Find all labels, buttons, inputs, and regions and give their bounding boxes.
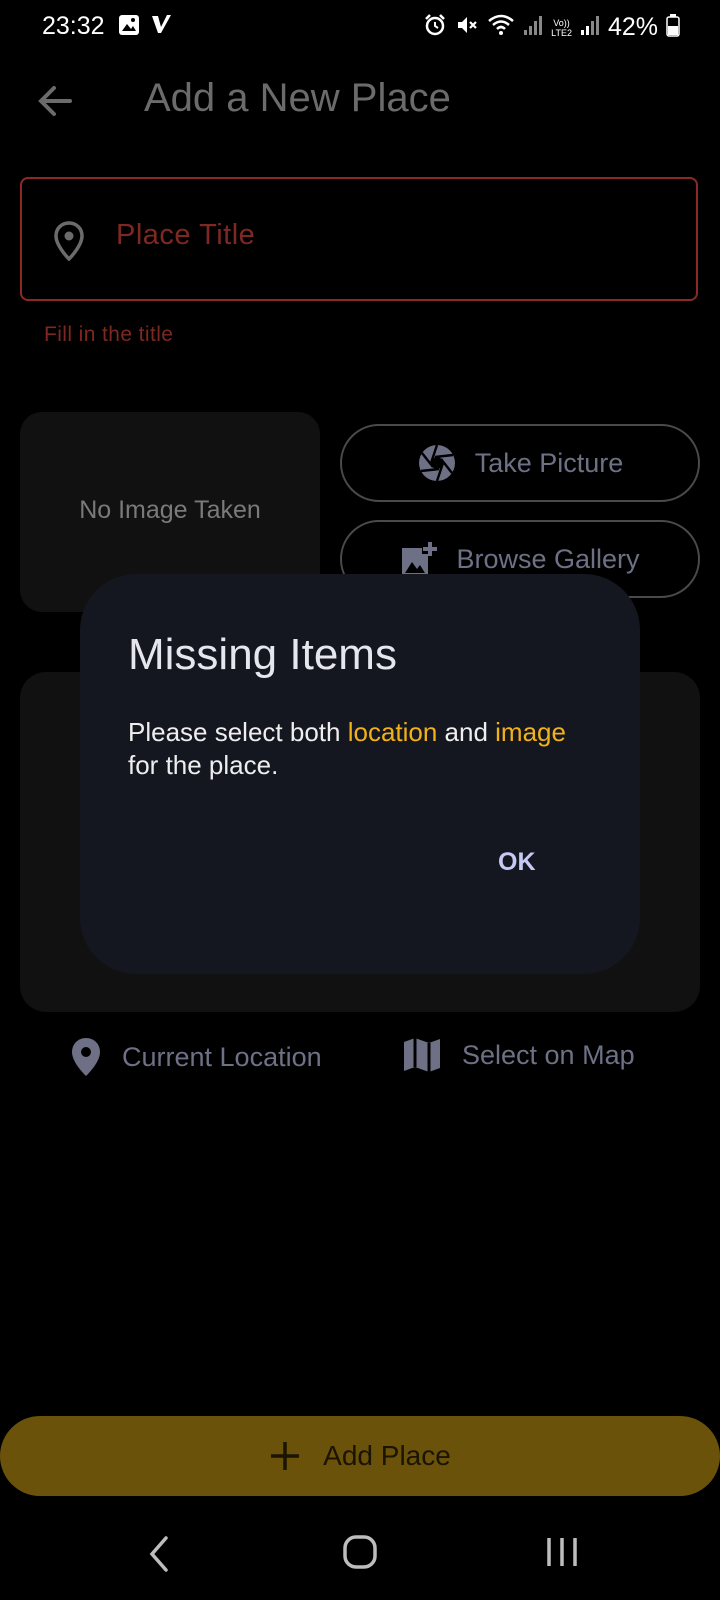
status-time: 23:32 <box>42 12 105 40</box>
title-error-text: Fill in the title <box>44 323 174 346</box>
lte-label: LTE2 <box>551 27 572 38</box>
status-icons: Vo)) LTE2 42% <box>423 13 680 42</box>
browse-gallery-label: Browse Gallery <box>456 543 640 574</box>
nav-back-icon[interactable] <box>146 1532 172 1581</box>
page-title: Add a New Place <box>144 76 451 120</box>
take-picture-button[interactable]: Take Picture <box>340 424 700 502</box>
place-title-field[interactable]: Place Title <box>20 177 698 301</box>
no-image-text: No Image Taken <box>79 496 261 524</box>
v-notification-icon <box>150 13 172 40</box>
location-pin-outline-icon <box>54 221 84 266</box>
gallery-notification-icon <box>118 14 140 41</box>
battery-icon <box>666 13 680 42</box>
plus-icon <box>271 1442 300 1470</box>
arrow-back-icon <box>38 86 72 116</box>
place-title-input[interactable]: Place Title <box>116 219 255 252</box>
map-icon <box>404 1038 440 1072</box>
camera-shutter-icon <box>418 444 455 482</box>
location-pin-icon <box>72 1038 100 1076</box>
ok-button[interactable]: OK <box>490 844 544 881</box>
system-nav-bar <box>0 1520 720 1600</box>
lte-icon: Vo)) LTE2 <box>551 18 572 38</box>
dialog-body: Please select both location and image fo… <box>128 716 598 782</box>
select-on-map-button[interactable]: Select on Map <box>402 1036 635 1074</box>
battery-percent: 42% <box>607 13 658 41</box>
dialog-body-text-2: and <box>437 717 496 747</box>
nav-recents-icon[interactable] <box>544 1532 580 1577</box>
dialog-body-text-1: Please select both <box>128 717 348 747</box>
take-picture-label: Take Picture <box>474 447 624 478</box>
dialog-body-highlight-image: image <box>495 717 566 747</box>
status-bar: 23:32 Vo)) LTE2 42% <box>0 0 720 54</box>
wifi-icon <box>487 13 515 42</box>
missing-items-dialog: Missing Items Please select both locatio… <box>80 574 640 974</box>
dialog-title: Missing Items <box>128 630 397 679</box>
add-place-label: Add Place <box>323 1440 451 1471</box>
volte-label: Vo)) <box>553 17 570 28</box>
current-location-button[interactable]: Current Location <box>70 1036 322 1078</box>
dialog-body-text-3: for the place. <box>128 750 279 780</box>
mute-icon <box>455 13 479 42</box>
dialog-body-highlight-location: location <box>347 717 438 747</box>
add-place-button[interactable]: Add Place <box>0 1416 720 1496</box>
alarm-icon <box>423 13 447 42</box>
select-on-map-label: Select on Map <box>462 1039 635 1070</box>
nav-home-icon[interactable] <box>342 1534 378 1575</box>
screen: 23:32 Vo)) LTE2 42% Add a New Place Plac… <box>0 0 720 1600</box>
back-button[interactable] <box>32 78 78 124</box>
signal-icon-2 <box>580 14 600 41</box>
add-photo-icon <box>402 542 438 576</box>
app-bar: Add a New Place <box>0 60 720 140</box>
current-location-label: Current Location <box>122 1041 322 1072</box>
signal-icon-1 <box>523 14 543 41</box>
